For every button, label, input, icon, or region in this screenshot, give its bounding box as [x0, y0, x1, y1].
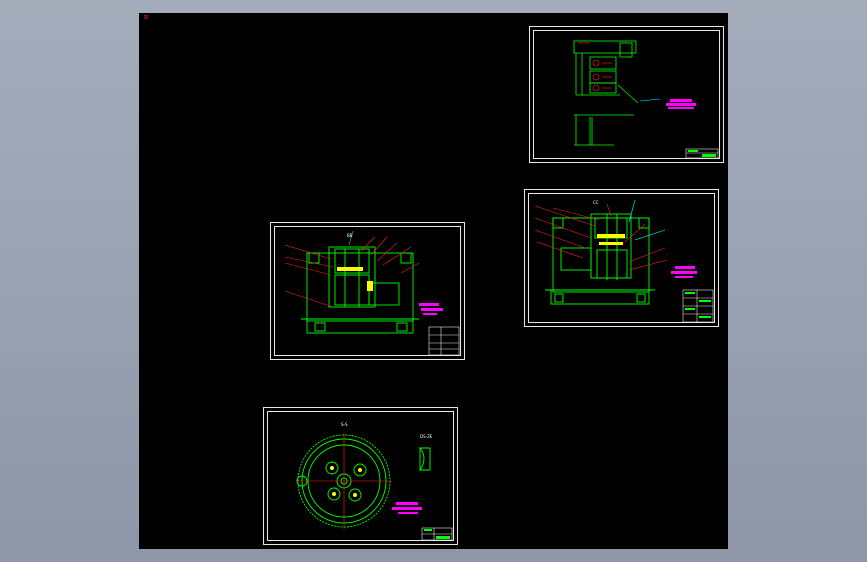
press-front-drawing: BB — [284, 230, 460, 356]
sheet-press-side-view[interactable]: CC — [524, 189, 719, 327]
sketch-drawing — [573, 40, 719, 159]
view-label: BB — [347, 233, 353, 238]
sheet-gear-drawing[interactable]: S-S DS-ZE — [263, 407, 458, 545]
sheet-press-front-view[interactable]: BB — [270, 222, 465, 360]
sheet-top-right-sketch[interactable] — [529, 26, 724, 163]
gear-drawing: S-S DS-ZE — [296, 422, 453, 541]
view-label: CC — [593, 200, 599, 205]
detail-label: DS-ZE — [420, 434, 433, 439]
section-label: S-S — [341, 422, 348, 427]
press-side-drawing: CC — [534, 199, 714, 323]
ucs-icon: ⊡ — [144, 13, 149, 21]
